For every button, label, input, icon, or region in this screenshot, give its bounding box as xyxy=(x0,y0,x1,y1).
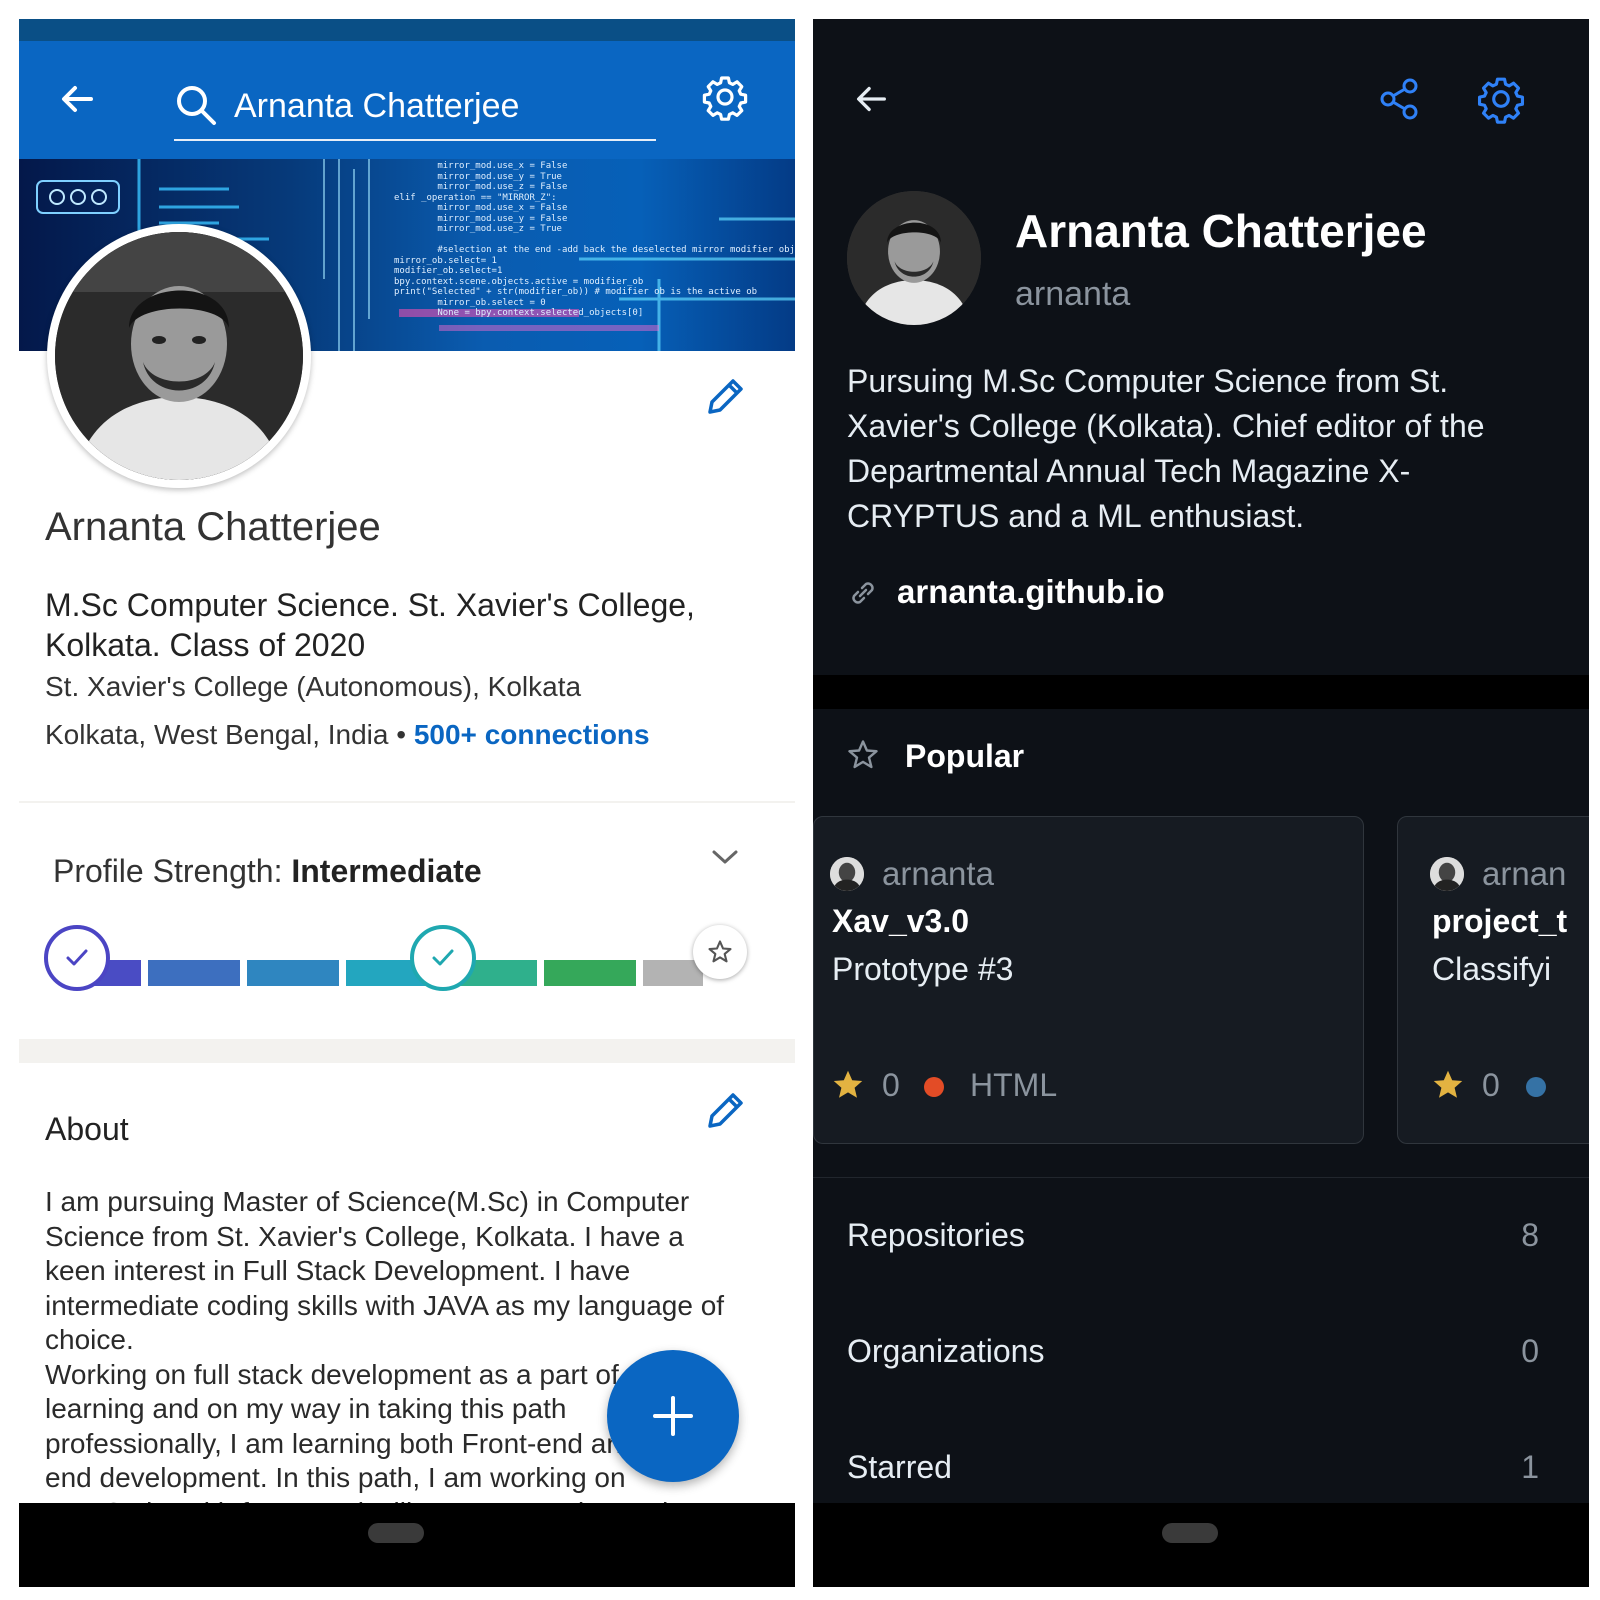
star-filled-icon xyxy=(830,1067,866,1108)
link-icon xyxy=(845,575,881,616)
linkedin-profile-screen: Arnanta Chatterjee mirror_mod.use_x = Fa… xyxy=(19,19,795,1587)
owner-avatar xyxy=(830,857,864,891)
repo-name: Xav_v3.0 xyxy=(832,903,970,939)
stat-row-starred[interactable]: Starred 1 xyxy=(813,1411,1589,1503)
stat-count: 0 xyxy=(1521,1333,1539,1369)
strength-segment xyxy=(247,960,339,986)
profile-strength-heading: Profile Strength: Intermediate xyxy=(53,853,482,890)
strength-segment xyxy=(544,960,636,986)
home-pill[interactable] xyxy=(368,1523,424,1543)
repo-star-count: 0 xyxy=(882,1067,900,1103)
github-profile-screen: Arnanta Chatterjee arnanta Pursuing M.Sc… xyxy=(813,19,1589,1587)
cover-code-text: mirror_mod.use_x = False mirror_mod.use_… xyxy=(394,161,795,318)
language-color-dot xyxy=(1526,1077,1546,1097)
about-heading: About xyxy=(45,1111,129,1147)
checkmark-icon xyxy=(44,925,110,991)
edit-about-pencil-icon[interactable] xyxy=(699,1085,751,1137)
language-color-dot xyxy=(924,1077,944,1097)
edit-intro-pencil-icon[interactable] xyxy=(699,371,751,423)
avatar[interactable] xyxy=(847,191,981,325)
avatar xyxy=(55,232,303,480)
back-arrow-icon[interactable] xyxy=(53,75,101,123)
repo-card[interactable]: arnanta Xav_v3.0 Prototype #3 0 HTML xyxy=(813,816,1364,1144)
repo-description: Prototype #3 xyxy=(832,951,1014,987)
settings-gear-icon[interactable] xyxy=(699,71,751,123)
repo-owner: arnanta xyxy=(882,855,994,892)
stat-row-organizations[interactable]: Organizations 0 xyxy=(813,1295,1589,1411)
star-icon xyxy=(693,925,747,979)
checkmark-icon xyxy=(410,925,476,991)
stat-count: 1 xyxy=(1521,1449,1539,1485)
profile-photo[interactable] xyxy=(47,224,311,488)
back-arrow-icon[interactable] xyxy=(849,77,893,121)
share-icon[interactable] xyxy=(1373,73,1425,125)
search-field[interactable]: Arnanta Chatterjee xyxy=(174,79,656,141)
status-bar xyxy=(19,19,795,41)
star-outline-icon xyxy=(845,737,881,778)
profile-name: Arnanta Chatterjee xyxy=(1015,205,1427,257)
profile-login: arnanta xyxy=(1015,275,1131,313)
connections-link[interactable]: 500+ connections xyxy=(414,719,650,750)
search-query: Arnanta Chatterjee xyxy=(234,87,520,125)
repo-card[interactable]: arnan project_t Classifyi 0 xyxy=(1397,816,1589,1144)
owner-avatar xyxy=(1430,857,1464,891)
strength-segment xyxy=(148,960,240,986)
profile-school: St. Xavier's College (Autonomous), Kolka… xyxy=(45,671,582,702)
stat-count: 8 xyxy=(1521,1217,1539,1253)
stat-row-repositories[interactable]: Repositories 8 xyxy=(813,1179,1589,1295)
settings-gear-icon[interactable] xyxy=(1473,71,1529,127)
repo-description: Classifyi xyxy=(1432,951,1552,987)
star-filled-icon xyxy=(1430,1067,1466,1108)
profile-strength-label: Profile Strength: xyxy=(53,853,292,889)
popular-heading: Popular xyxy=(905,738,1025,774)
stat-label: Repositories xyxy=(847,1217,1025,1253)
section-divider xyxy=(813,675,1589,709)
profile-headline: M.Sc Computer Science. St. Xavier's Coll… xyxy=(45,587,695,663)
home-pill[interactable] xyxy=(1162,1523,1218,1543)
profile-name: Arnanta Chatterjee xyxy=(45,505,381,549)
system-nav-bar xyxy=(19,1503,795,1587)
bullet-separator: • xyxy=(396,719,407,750)
chevron-down-icon[interactable] xyxy=(705,837,745,877)
repo-owner: arnan xyxy=(1482,855,1567,892)
profile-strength-card xyxy=(19,803,795,1039)
top-app-bar: Arnanta Chatterjee xyxy=(19,41,795,159)
repo-name: project_t xyxy=(1432,903,1568,939)
divider xyxy=(813,1177,1589,1178)
system-nav-bar xyxy=(813,1503,1589,1587)
profile-strength-level: Intermediate xyxy=(291,853,482,889)
repo-language: HTML xyxy=(970,1067,1058,1103)
strength-segment xyxy=(643,960,703,986)
profile-location-line: Kolkata, West Bengal, India • 500+ conne… xyxy=(45,719,650,751)
plus-icon xyxy=(653,1396,693,1436)
website-link[interactable]: arnanta.github.io xyxy=(897,573,1165,611)
stat-label: Starred xyxy=(847,1449,952,1485)
profile-location: Kolkata, West Bengal, India xyxy=(45,719,389,750)
stat-label: Organizations xyxy=(847,1333,1045,1369)
profile-bio: Pursuing M.Sc Computer Science from St. … xyxy=(847,363,1485,534)
add-fab-button[interactable] xyxy=(607,1350,739,1482)
repo-star-count: 0 xyxy=(1482,1067,1500,1103)
search-icon xyxy=(174,83,218,132)
